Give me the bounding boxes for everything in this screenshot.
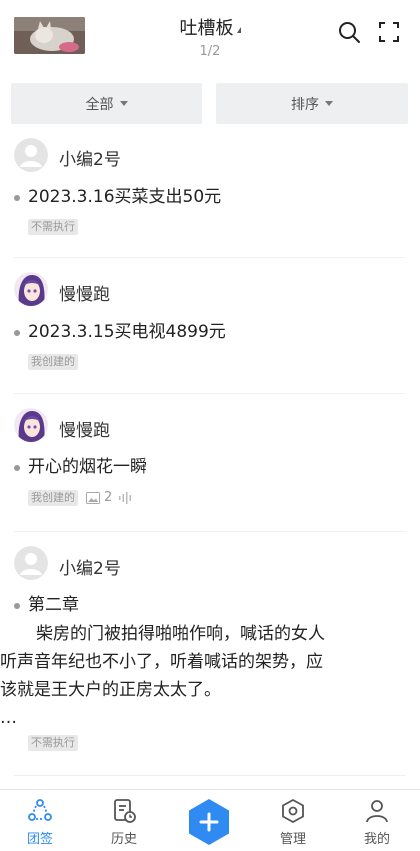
search-icon[interactable] xyxy=(337,20,361,44)
attachment-info[interactable]: 2 xyxy=(86,490,132,505)
post-text[interactable]: 开心的烟花一瞬 xyxy=(28,454,147,481)
post-author[interactable]: 慢慢跑 xyxy=(59,416,110,441)
audio-icon xyxy=(119,491,132,504)
post-author[interactable]: 小编2号 xyxy=(59,145,121,170)
list-item[interactable]: 小编2号 2023.3.16买菜支出50元 不需执行 xyxy=(0,136,420,258)
anime-girl-avatar-icon[interactable] xyxy=(14,408,48,442)
default-user-avatar-icon[interactable] xyxy=(14,138,48,172)
nav-profile[interactable]: 我的 xyxy=(347,798,407,847)
body-line: 该就是王大户的正房太太了。 xyxy=(0,680,221,700)
nav-label: 团签 xyxy=(26,832,53,847)
nav-label: 管理 xyxy=(279,832,306,847)
body-line: 听声音年纪也不小了，听着喊话的架势，应 xyxy=(0,652,323,672)
sort-label: 排序 xyxy=(291,96,319,113)
filter-all-label: 全部 xyxy=(85,96,114,113)
anime-girl-avatar-icon[interactable] xyxy=(14,272,48,306)
nav-label: 我的 xyxy=(363,832,390,847)
post-author[interactable]: 慢慢跑 xyxy=(59,280,110,305)
divider xyxy=(14,775,406,776)
list-item[interactable]: 小编2号 第二章 柴房的门被拍得啪啪作响，喊话的女人 听声音年纪也不小了，听着喊… xyxy=(0,532,420,776)
nav-manage[interactable]: 管理 xyxy=(263,798,323,847)
bullet-icon xyxy=(14,195,20,201)
add-button[interactable] xyxy=(187,798,231,846)
post-author[interactable]: 小编2号 xyxy=(59,554,121,579)
bullet-icon xyxy=(14,330,20,336)
image-icon xyxy=(86,491,100,504)
page-indicator: 1/2 xyxy=(199,44,221,59)
filter-all-button[interactable]: 全部 xyxy=(11,83,202,124)
list-item[interactable]: 慢慢跑 2023.3.15买电视4899元 我创建的 xyxy=(0,258,420,394)
board-title[interactable]: 吐槽板 xyxy=(180,14,234,40)
image-count: 2 xyxy=(104,490,113,505)
title-dropdown-icon[interactable] xyxy=(236,26,241,33)
fullscreen-icon[interactable] xyxy=(377,20,401,44)
status-badge: 不需执行 xyxy=(28,735,78,751)
manage-hexagon-icon xyxy=(282,798,304,824)
bullet-icon xyxy=(14,465,20,471)
body-ellipsis: … xyxy=(0,708,17,728)
history-icon xyxy=(114,799,136,823)
status-badge: 我创建的 xyxy=(28,490,78,506)
profile-icon xyxy=(366,800,388,823)
status-badge: 不需执行 xyxy=(28,219,78,235)
header-bar: 吐槽板 1/2 xyxy=(0,0,420,70)
list-item[interactable]: 慢慢跑 开心的烟花一瞬 我创建的 2 xyxy=(0,394,420,532)
nav-label: 历史 xyxy=(110,832,137,847)
nav-team-sign[interactable]: 团签 xyxy=(10,798,70,847)
body-line: 柴房的门被拍得啪啪作响，喊话的女人 xyxy=(36,624,325,644)
chevron-down-icon xyxy=(119,101,128,106)
board-title-group[interactable]: 吐槽板 1/2 xyxy=(150,14,270,59)
board-thumbnail[interactable] xyxy=(14,17,85,54)
filter-bar: 全部 排序 xyxy=(0,80,420,126)
bullet-icon xyxy=(14,603,20,609)
post-body[interactable]: 柴房的门被拍得啪啪作响，喊话的女人 听声音年纪也不小了，听着喊话的架势，应 该就… xyxy=(0,620,400,732)
sort-button[interactable]: 排序 xyxy=(216,83,408,124)
team-sign-icon xyxy=(28,799,52,821)
nav-history[interactable]: 历史 xyxy=(94,798,154,847)
status-badge: 我创建的 xyxy=(28,354,78,370)
chevron-down-icon xyxy=(325,101,333,106)
post-text[interactable]: 2023.3.16买菜支出50元 xyxy=(28,184,221,211)
post-text[interactable]: 2023.3.15买电视4899元 xyxy=(28,319,226,346)
default-user-avatar-icon[interactable] xyxy=(14,546,48,580)
post-title[interactable]: 第二章 xyxy=(28,592,79,619)
